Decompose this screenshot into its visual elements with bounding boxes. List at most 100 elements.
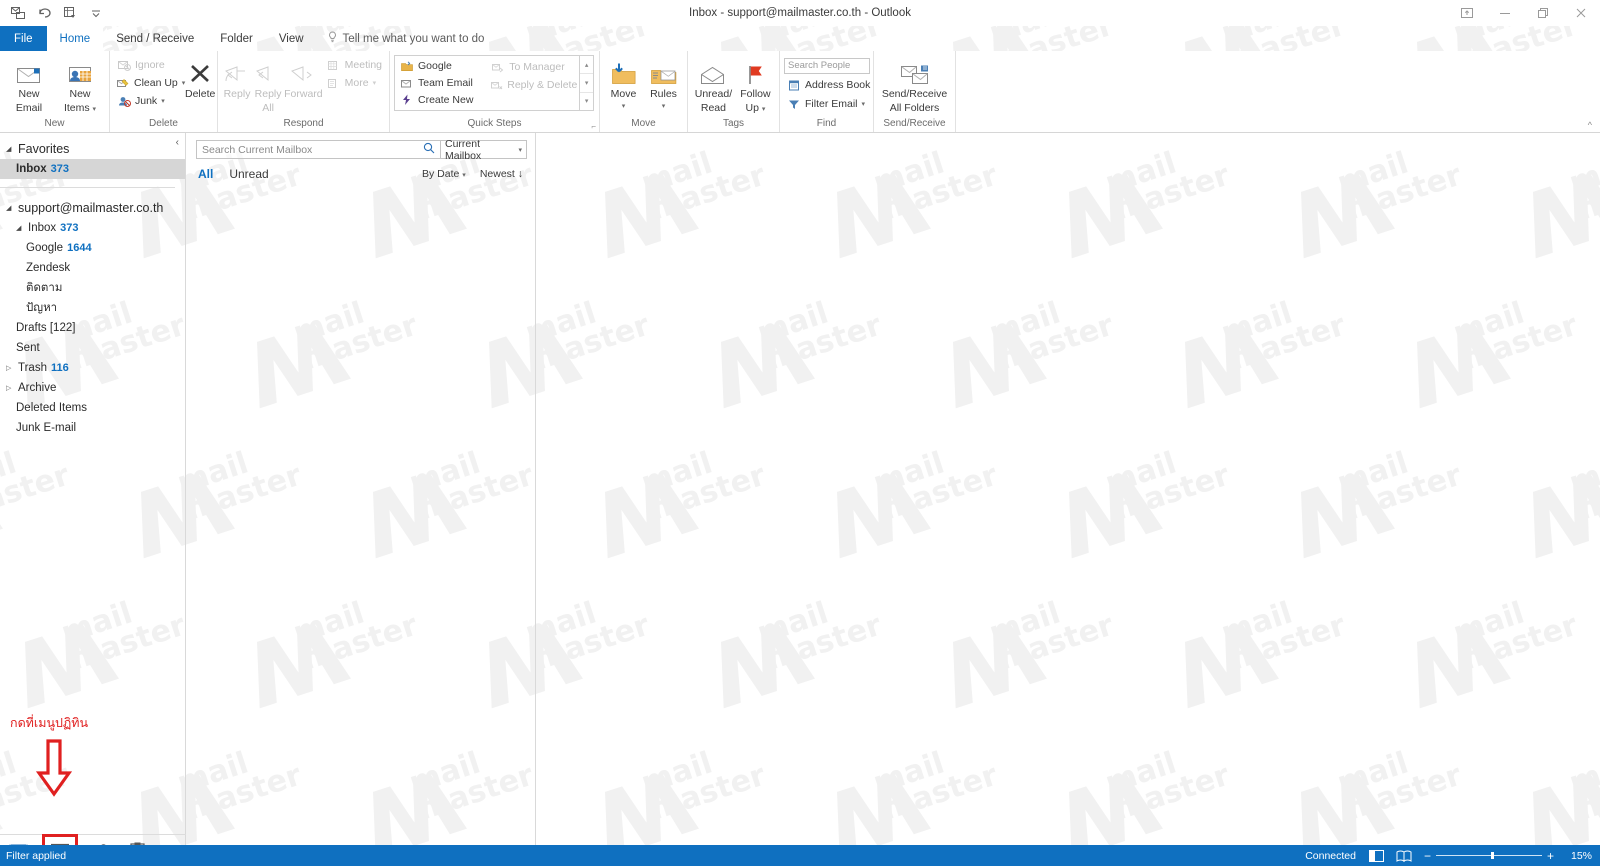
minimize-button[interactable] — [1486, 0, 1524, 26]
clean-up-button[interactable]: Clean Up ▾ — [114, 75, 185, 91]
quick-access-toolbar[interactable] — [0, 0, 104, 26]
ribbon-group-tags-label: Tags — [722, 118, 745, 129]
tab-home[interactable]: Home — [46, 26, 104, 51]
zoom-track[interactable] — [1436, 852, 1542, 859]
customize-qat-icon[interactable] — [87, 5, 104, 22]
favorites-header[interactable]: ◢ Favorites — [0, 139, 185, 159]
unread-read-button[interactable]: Unread/ Read — [692, 54, 735, 114]
sidebar-item-drafts[interactable]: Drafts [122] — [0, 318, 185, 338]
google-label: Google — [26, 242, 64, 254]
collapse-ribbon-button[interactable]: ^ — [1588, 120, 1592, 130]
sidebar-item-tidtam[interactable]: ติดตาม — [0, 278, 185, 298]
restore-button[interactable] — [1524, 0, 1562, 26]
new-items-button[interactable]: New Items ▾ — [55, 54, 105, 115]
chevron-down-icon: ▾ — [518, 146, 522, 154]
folder-pane-divider — [0, 187, 175, 188]
ribbon-tabs[interactable]: File Home Send / Receive Folder View Tel… — [0, 26, 1600, 51]
tell-me-box[interactable]: Tell me what you want to do — [317, 26, 495, 51]
send-receive-all-folders-icon[interactable] — [9, 5, 26, 22]
sidebar-item-junk-email[interactable]: Junk E-mail — [0, 418, 185, 438]
chevron-down-icon[interactable]: ◢ — [16, 224, 24, 232]
normal-view-icon[interactable] — [1368, 849, 1384, 862]
quick-steps-scroll-more[interactable]: ▾ — [580, 93, 593, 110]
lightbulb-icon — [327, 31, 338, 46]
meeting-button[interactable]: Meeting — [324, 57, 385, 73]
quickstep-google[interactable]: Google — [397, 59, 484, 74]
quickstep-team-email[interactable]: Team Email — [397, 76, 484, 91]
tab-folder[interactable]: Folder — [207, 26, 266, 51]
filter-unread[interactable]: Unread — [229, 167, 268, 181]
follow-up-button[interactable]: Follow Up ▾ — [736, 54, 775, 115]
reply-all-button[interactable]: Reply All — [253, 54, 283, 114]
quick-steps-scroll-up[interactable]: ▴ — [580, 56, 593, 75]
archive-label: Archive — [18, 382, 57, 394]
ribbon-display-options-button[interactable] — [1448, 0, 1486, 26]
search-people-input[interactable]: Search People — [784, 58, 870, 74]
sidebar-item-trash[interactable]: ▷ Trash 116 — [0, 358, 185, 378]
tab-send-receive[interactable]: Send / Receive — [103, 26, 207, 51]
ribbon-group-move-label: Move — [631, 118, 656, 129]
sidebar-item-zendesk[interactable]: Zendesk — [0, 258, 185, 278]
reply-all-label-1: Reply — [254, 88, 282, 100]
collapse-folder-pane-button[interactable]: ‹ — [176, 137, 179, 148]
address-book-label: Address Book — [805, 79, 871, 91]
zoom-thumb[interactable] — [1491, 852, 1495, 859]
sidebar-item-sent[interactable]: Sent — [0, 338, 185, 358]
chevron-right-icon[interactable]: ▷ — [6, 384, 14, 392]
sidebar-item-archive[interactable]: ▷ Archive — [0, 378, 185, 398]
sort-by-dropdown[interactable]: By Date ▾ — [422, 168, 466, 180]
filter-all[interactable]: All — [198, 167, 213, 181]
quickstep-reply-delete[interactable]: Reply & Delete — [488, 77, 577, 93]
send-receive-all-folders-button[interactable]: Send/Receive All Folders — [878, 54, 951, 114]
move-button[interactable]: Move ▾ — [604, 54, 643, 112]
outlook-window: mailmastermailmastermailmastermailmaster… — [0, 0, 1600, 866]
search-icon[interactable] — [423, 142, 435, 157]
new-email-button[interactable]: New Email — [4, 54, 54, 114]
clean-up-label: Clean Up — [134, 77, 178, 89]
status-bar: Filter applied Connected − + 15% — [0, 845, 1600, 866]
chevron-down-icon: ◢ — [6, 205, 12, 212]
main-area: ‹ ◢ Favorites Inbox 373 ◢ support@mailma… — [0, 133, 1600, 866]
quick-steps-scroll[interactable]: ▴ ▾ ▾ — [579, 56, 593, 110]
reply-button[interactable]: Reply — [222, 54, 252, 101]
tab-file[interactable]: File — [0, 26, 47, 51]
zoom-slider[interactable]: − + — [1424, 850, 1554, 862]
quickstep-reply-delete-label: Reply & Delete — [507, 79, 578, 91]
quickstep-create-new-icon — [400, 93, 414, 107]
close-button[interactable] — [1562, 0, 1600, 26]
tidtam-label: ติดตาม — [26, 282, 63, 294]
meeting-icon — [327, 58, 341, 72]
quick-steps-dialog-launcher[interactable]: ⌐ — [591, 122, 596, 131]
delete-button[interactable]: Delete — [185, 54, 215, 101]
search-scope-dropdown[interactable]: Current Mailbox ▾ — [441, 138, 527, 162]
junk-button[interactable]: Junk ▾ — [114, 93, 184, 109]
sidebar-item-panha[interactable]: ปัญหา — [0, 298, 185, 318]
sidebar-item-deleted-items[interactable]: Deleted Items — [0, 398, 185, 418]
forward-button[interactable]: Forward — [284, 54, 323, 101]
zoom-in-button[interactable]: + — [1547, 850, 1554, 862]
panha-label: ปัญหา — [26, 302, 58, 314]
sort-order-toggle[interactable]: Newest ↓ — [480, 168, 523, 180]
sidebar-item-favorites-inbox[interactable]: Inbox 373 — [0, 159, 185, 179]
tab-view[interactable]: View — [266, 26, 317, 51]
filter-email-button[interactable]: Filter Email ▾ — [784, 96, 873, 112]
address-book-button[interactable]: Address Book — [784, 77, 873, 93]
ribbon-group-new-label: New — [44, 118, 65, 129]
sidebar-item-google[interactable]: Google 1644 — [0, 238, 185, 258]
chevron-right-icon[interactable]: ▷ — [6, 364, 14, 372]
quick-steps-scroll-down[interactable]: ▾ — [580, 74, 593, 93]
zoom-out-button[interactable]: − — [1424, 850, 1431, 862]
touch-mode-icon[interactable] — [61, 5, 78, 22]
rules-button[interactable]: Rules ▾ — [644, 54, 683, 112]
undo-icon[interactable] — [35, 5, 52, 22]
window-controls[interactable] — [1448, 0, 1600, 26]
sidebar-item-inbox[interactable]: ◢ Inbox 373 — [0, 218, 185, 238]
quickstep-to-manager[interactable]: To Manager — [488, 59, 577, 75]
reading-view-icon[interactable] — [1396, 849, 1412, 862]
ignore-button[interactable]: Ignore — [114, 57, 184, 73]
account-header[interactable]: ◢ support@mailmaster.co.th — [0, 198, 185, 218]
more-respond-button[interactable]: More ▾ — [324, 75, 385, 91]
search-input[interactable]: Search Current Mailbox — [196, 140, 441, 159]
quickstep-create-new[interactable]: Create New — [397, 92, 484, 107]
chevron-down-icon: ◢ — [6, 146, 12, 153]
